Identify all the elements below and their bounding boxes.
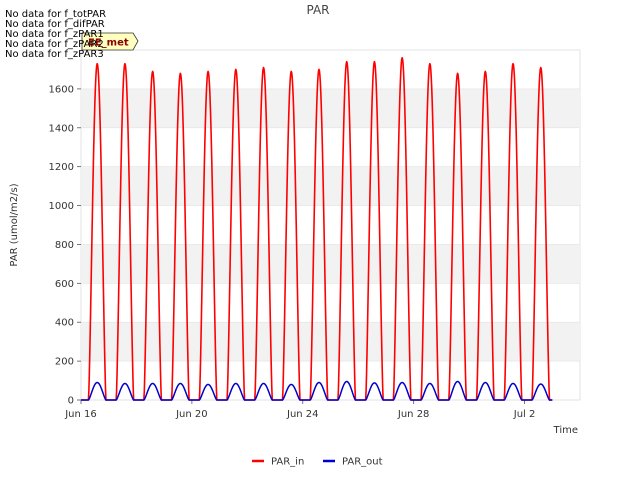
y-axis: 0 200 400 600 800 1000 1200 1400 1600 xyxy=(49,84,81,407)
legend-label: PAR_in xyxy=(271,457,304,468)
x-tick-label: Jun 20 xyxy=(175,409,208,420)
y-tick-label: 200 xyxy=(55,357,74,368)
x-axis-label: Time xyxy=(553,425,578,436)
x-tick-label: Jun 24 xyxy=(286,409,319,420)
y-tick-label: 800 xyxy=(55,240,74,251)
no-data-message-5: No data for f_zPAR3 xyxy=(5,49,104,60)
x-tick-label: Jun 16 xyxy=(64,409,97,420)
grid-band xyxy=(81,244,580,284)
x-tick-label: Jul 2 xyxy=(513,409,536,420)
y-axis-label: PAR (umol/m2/s) xyxy=(9,183,20,266)
y-tick-label: 1400 xyxy=(49,123,74,134)
y-tick-label: 1600 xyxy=(49,84,74,95)
par-chart: 02004006008001000120014001600 Jun 16 Jun … xyxy=(9,3,581,468)
y-tick-label: 1000 xyxy=(49,201,74,212)
legend: PAR_in PAR_out xyxy=(252,457,383,468)
y-tick-label: 0 xyxy=(68,396,74,407)
x-axis: Jun 16 Jun 20 Jun 24 Jun 28 Jul 2 xyxy=(64,400,535,420)
y-tick-label: 400 xyxy=(55,318,74,329)
y-tick-label: 1200 xyxy=(49,162,74,173)
legend-label: PAR_out xyxy=(342,457,383,468)
chart-title: PAR xyxy=(306,3,329,17)
x-tick-label: Jun 28 xyxy=(397,409,430,420)
y-tick-label: 600 xyxy=(55,279,74,290)
